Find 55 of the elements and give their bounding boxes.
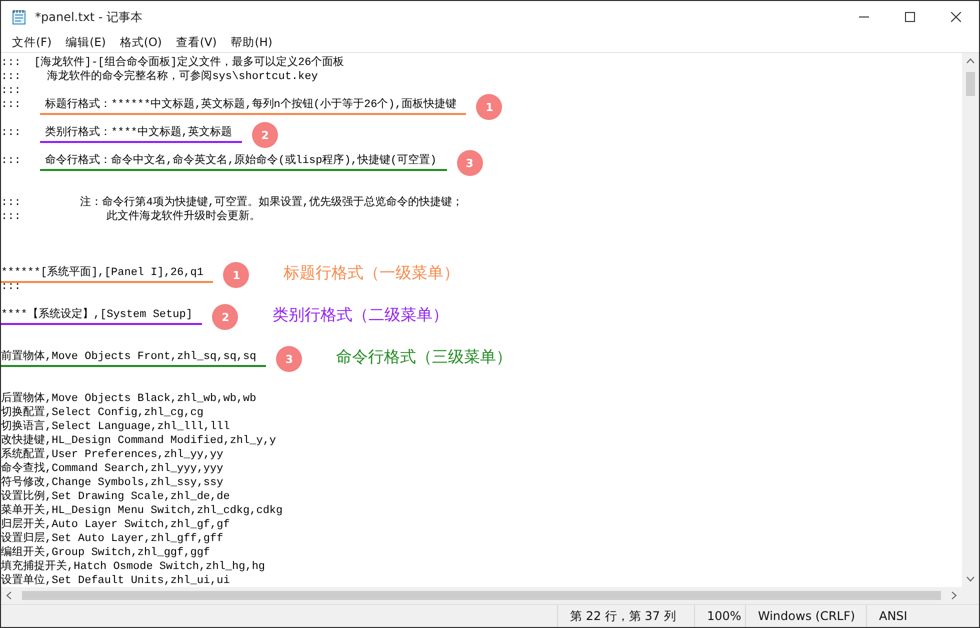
scroll-thumb[interactable] [966, 72, 975, 96]
line-ending: Windows (CRLF) [758, 609, 856, 623]
underlined-text-line: 标题行格式：******中文标题,英文标题,每列n个按钮(小于等于26个),面板快捷键 [40, 98, 466, 115]
maximize-icon [905, 12, 915, 22]
close-icon [951, 12, 961, 22]
menu-item[interactable]: 格式(O) [112, 33, 169, 52]
text-line: 后置物体,Move Objects Black,zhl_wb,wb,wb [1, 392, 258, 406]
text-line: ::: 海龙软件的命令完整名称，可参阅sys\shortcut.key [1, 70, 319, 84]
text-line: 系统配置,User Preferences,zhl_yy,yy [1, 448, 224, 462]
menu-item[interactable]: 查看(V) [168, 33, 224, 52]
annotation-label: 命令行格式（三级菜单） [336, 346, 512, 368]
text-line: ::: 此文件海龙软件升级时会更新。 [1, 210, 262, 224]
text-line: ::: 注：命令行第4项为快捷键,可空置。如果设置,优先级强于总览命令的快捷键； [1, 196, 464, 210]
text-line: 设置单位,Set Default Units,zhl_ui,ui [1, 574, 231, 587]
text-line: ::: [1, 280, 22, 294]
text-line: 归层开关,Auto Layer Switch,zhl_gf,gf [1, 518, 231, 532]
underlined-text-line: 类别行格式：****中文标题,英文标题 [40, 126, 242, 143]
number-badge: 1 [476, 94, 502, 120]
text-line: ::: [海龙软件]-[组合命令面板]定义文件，最多可以定义26个面板 [1, 56, 346, 70]
text-line: 菜单开关,HL_Design Menu Switch,zhl_cdkg,cdkg [1, 504, 284, 518]
annotation-label: 标题行格式（一级菜单） [283, 262, 460, 284]
underlined-text-line: ******[系统平面],[Panel I],26,q1 [1, 266, 214, 283]
text-line: 编组开关,Group Switch,zhl_ggf,ggf [1, 546, 212, 560]
line-prefix: ::: [1, 98, 22, 112]
cursor-position: 第 22 行，第 37 列 [570, 608, 676, 624]
text-line: 切换配置,Select Config,zhl_cg,cg [1, 406, 204, 420]
number-badge: 3 [276, 346, 302, 372]
underlined-text-line: 命令行格式：命令中文名,命令英文名,原始命令(或lisp程序),快捷键(可空置) [40, 154, 447, 171]
vertical-scrollbar[interactable] [962, 53, 979, 587]
annotation-label: 类别行格式（二级菜单） [272, 304, 448, 326]
text-line: 符号修改,Change Symbols,zhl_ssy,ssy [1, 476, 224, 490]
text-line: 设置归层,Set Auto Layer,zhl_gff,gff [1, 532, 224, 546]
text-line: 命令查找,Command Search,zhl_yyy,yyy [1, 462, 224, 476]
line-prefix: ::: [1, 126, 22, 140]
text-line: 填充捕捉开关,Hatch Osmode Switch,zhl_hg,hg [1, 560, 266, 574]
horizontal-scrollbar[interactable] [1, 587, 979, 604]
text-line: 设置比例,Set Drawing Scale,zhl_de,de [1, 490, 231, 504]
scroll-thumb[interactable] [22, 591, 941, 600]
number-badge: 3 [456, 150, 483, 176]
text-line: 切换语言,Select Language,zhl_lll,lll [1, 420, 231, 434]
text-line: 改快捷键,HL_Design Command Modified,zhl_y,y [1, 434, 278, 448]
menu-item[interactable]: 文件(F) [5, 33, 59, 52]
menu-item[interactable]: 帮助(H) [224, 33, 280, 52]
encoding: ANSI [879, 609, 908, 623]
underlined-text-line: 前置物体,Move Objects Front,zhl_sq,sq,sq [1, 350, 266, 367]
zoom-level: 100% [707, 609, 742, 623]
notepad-icon [11, 9, 27, 25]
number-badge: 1 [223, 262, 250, 288]
menu-item[interactable]: 编辑(E) [58, 33, 113, 52]
number-badge: 2 [212, 304, 238, 330]
window-title: *panel.txt - 记事本 [35, 8, 144, 26]
underlined-text-line: ****【系统设定】,[System Setup] [1, 308, 202, 325]
number-badge: 2 [252, 122, 278, 148]
line-prefix: ::: [1, 154, 22, 168]
text-line: ::: [1, 84, 22, 98]
